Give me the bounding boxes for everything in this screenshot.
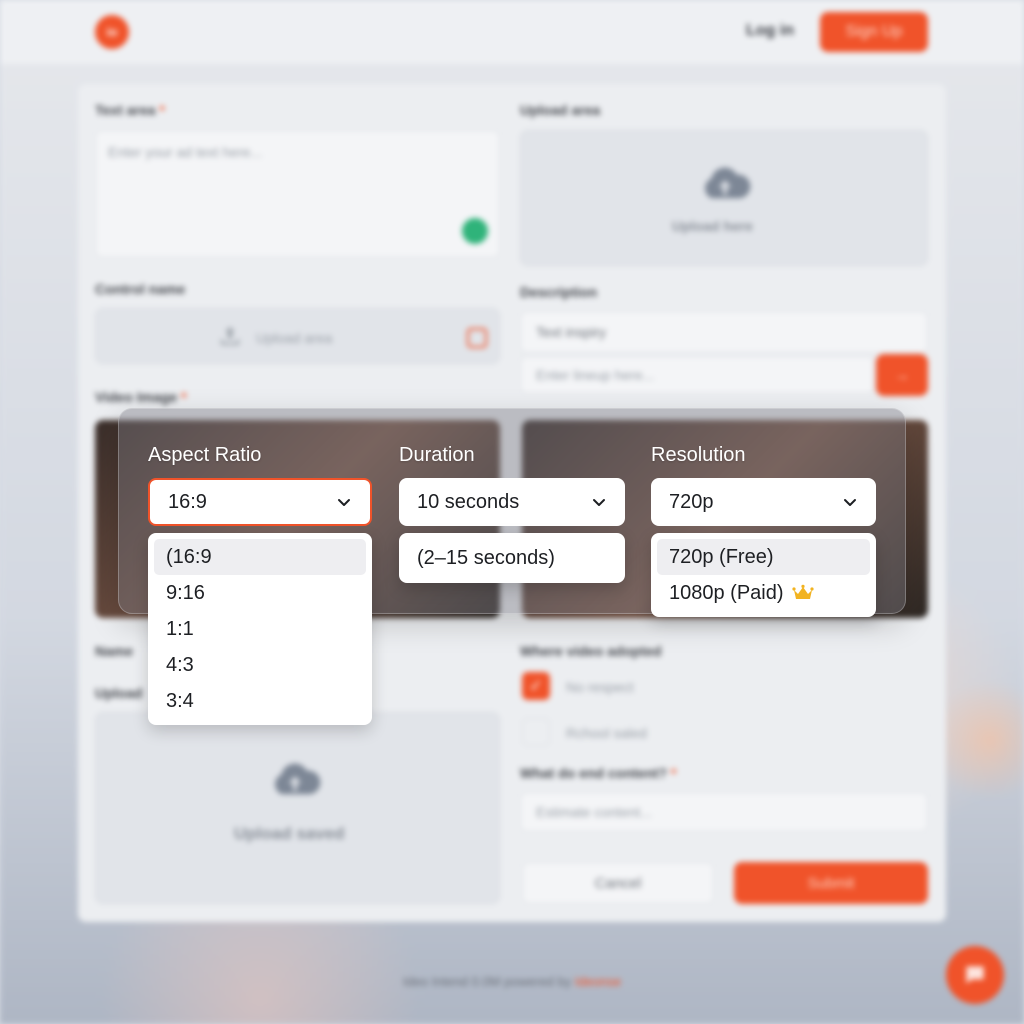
- duration-dropdown: (2–15 seconds): [399, 533, 625, 583]
- aspect-ratio-option-16-9[interactable]: (16:9: [154, 539, 366, 575]
- cancel-button[interactable]: Cancel: [522, 862, 714, 904]
- upload-area-label: Upload area: [520, 102, 601, 118]
- resolution-option-1080p-label: 1080p (Paid): [669, 581, 784, 604]
- control-upload-text: Upload area: [256, 330, 333, 346]
- aspect-ratio-option-9-16[interactable]: 9:16: [154, 575, 366, 611]
- where-video-label: Where video adopted: [520, 643, 662, 659]
- aspect-ratio-selected-value: 16:9: [168, 490, 207, 513]
- footer-text: Ideo Intend 0.0M powered by Ideonse: [402, 974, 622, 989]
- description-label: Description: [520, 284, 598, 300]
- control-name-label: Control name: [95, 281, 186, 297]
- aspect-ratio-dropdown: (16:9 9:16 1:1 4:3 3:4: [148, 533, 372, 725]
- aspect-ratio-option-4-3[interactable]: 4:3: [154, 647, 366, 683]
- resolution-selected-value: 720p: [669, 490, 714, 513]
- upload-label: Upload: [95, 685, 143, 701]
- name-label: Name: [95, 643, 134, 659]
- description-input-placeholder: Enter lineup here...: [536, 367, 655, 383]
- cloud-upload-icon: [696, 164, 754, 200]
- resolution-dropdown: 720p (Free) 1080p (Paid): [651, 533, 876, 617]
- ad-text-placeholder: Enter your ad text here...: [108, 144, 263, 160]
- resolution-select[interactable]: 720p: [651, 478, 876, 526]
- school-saled-checkbox[interactable]: [522, 718, 550, 746]
- submit-button[interactable]: Submit: [734, 862, 928, 904]
- no-respect-label: No respect: [566, 679, 634, 695]
- duration-title: Duration: [399, 444, 475, 466]
- what-content-label: What do end content? *: [520, 765, 677, 781]
- upload-saved-text: Upload saved: [234, 824, 345, 843]
- aspect-ratio-title: Aspect Ratio: [148, 444, 262, 466]
- top-navigation-bar: io Log in Sign Up: [0, 0, 1024, 64]
- no-respect-checkbox[interactable]: ✓: [522, 672, 550, 700]
- estimate-content-placeholder: Estimate content...: [536, 804, 652, 820]
- login-link[interactable]: Log in: [746, 22, 794, 40]
- chat-icon: [966, 966, 984, 984]
- resolution-option-1080p[interactable]: 1080p (Paid): [657, 575, 870, 611]
- duration-select[interactable]: 10 seconds: [399, 478, 625, 526]
- copy-icon[interactable]: [467, 328, 487, 348]
- grammar-check-icon[interactable]: [462, 218, 488, 244]
- duration-selected-value: 10 seconds: [417, 490, 520, 513]
- upload-saved-area[interactable]: [95, 712, 500, 904]
- app-logo[interactable]: io: [95, 15, 129, 49]
- video-image-label: Video Image *: [95, 389, 187, 405]
- school-saled-label: Rchool saled: [566, 725, 647, 741]
- chevron-down-icon: [338, 499, 350, 506]
- upload-arrow-icon: [218, 324, 242, 348]
- chat-button[interactable]: [946, 946, 1004, 1004]
- resolution-title: Resolution: [651, 444, 746, 466]
- signup-button[interactable]: Sign Up: [820, 12, 928, 52]
- text-area-label: Text area *: [95, 102, 165, 118]
- chevron-down-icon: [844, 499, 856, 506]
- aspect-ratio-option-3-4[interactable]: 3:4: [154, 683, 366, 719]
- aspect-ratio-select[interactable]: 16:9: [148, 478, 372, 526]
- aspect-ratio-option-1-1[interactable]: 1:1: [154, 611, 366, 647]
- duration-range-option[interactable]: (2–15 seconds): [405, 539, 619, 577]
- upload-here-text: Upload here: [672, 218, 753, 234]
- description-add-button[interactable]: →: [876, 354, 928, 396]
- chevron-down-icon: [593, 499, 605, 506]
- crown-icon: [791, 584, 814, 599]
- resolution-option-720p[interactable]: 720p (Free): [657, 539, 870, 575]
- cloud-upload-icon: [266, 760, 324, 796]
- footer-brand-link[interactable]: Ideonse: [575, 974, 621, 989]
- description-select-value: Text inspiry: [536, 324, 607, 340]
